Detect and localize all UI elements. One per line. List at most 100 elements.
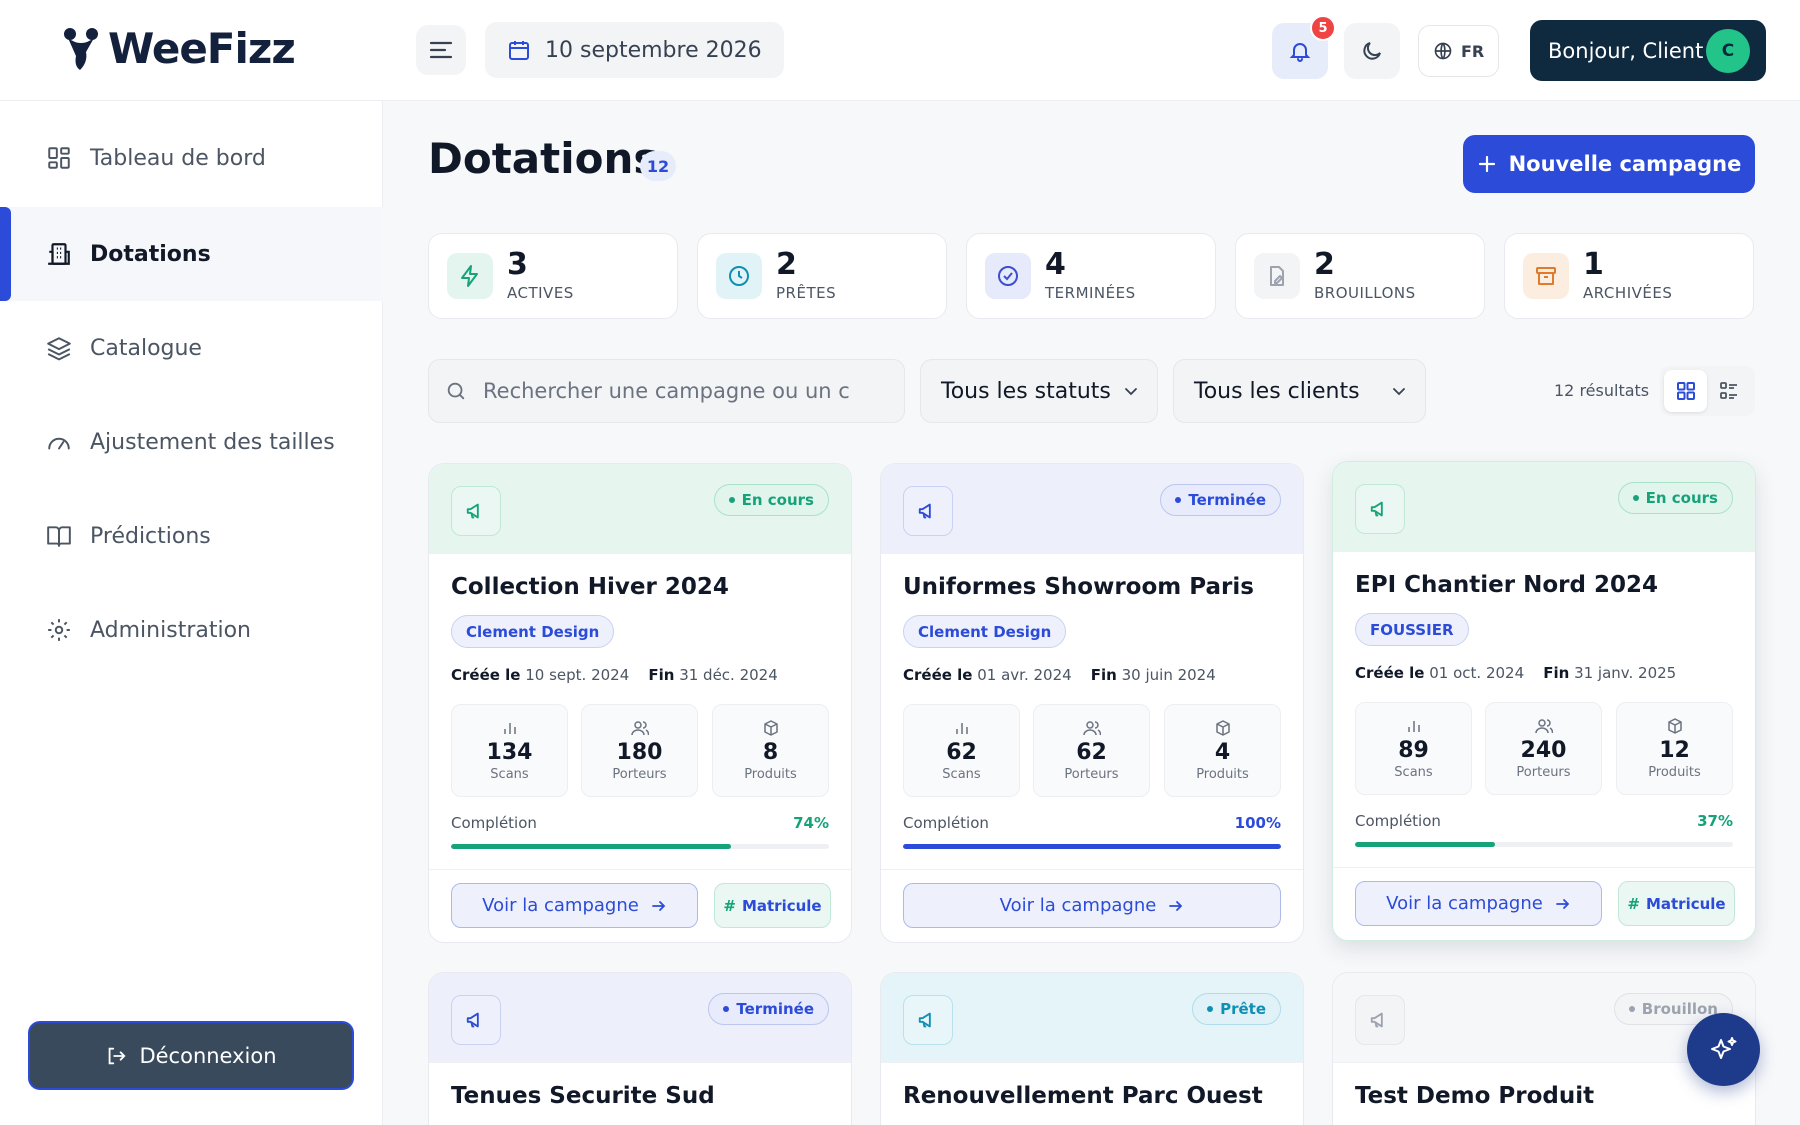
sidebar-item-dashboard[interactable]: Tableau de bord <box>0 111 383 205</box>
sidebar-item-dotations[interactable]: Dotations <box>0 207 383 301</box>
card-icon-wrap <box>1355 995 1405 1045</box>
card-title: EPI Chantier Nord 2024 <box>1355 572 1658 598</box>
metric-scans: 134 Scans <box>451 704 568 797</box>
view-campaign-label: Voir la campagne <box>999 895 1157 916</box>
metric-value: 12 <box>1659 737 1690 763</box>
card-header: En cours <box>1333 462 1755 552</box>
weefizz-logo-icon <box>64 28 98 70</box>
metric-value: 62 <box>1076 739 1107 765</box>
completion-percent: 74% <box>793 814 829 832</box>
user-menu-button[interactable]: Bonjour, Client C <box>1530 20 1766 81</box>
status-badge: Terminée <box>708 993 829 1025</box>
language-button[interactable]: FR <box>1418 25 1500 77</box>
sidebar-item-label: Prédictions <box>90 523 211 549</box>
created-label: Créée le <box>903 666 973 684</box>
matricule-button[interactable]: # Matricule <box>714 883 831 928</box>
search-input[interactable] <box>483 379 893 403</box>
bar-chart-icon <box>1407 720 1420 732</box>
metric-label: Scans <box>490 766 529 782</box>
status-filter-select[interactable]: Tous les statuts <box>920 359 1158 423</box>
campaign-card[interactable]: Terminée Uniformes Showroom Paris Clemen… <box>880 463 1304 943</box>
created-label: Créée le <box>451 666 521 684</box>
title-count-badge: 12 <box>640 151 676 181</box>
bell-icon <box>1289 43 1311 62</box>
campaign-card[interactable]: En cours Collection Hiver 2024 Clement D… <box>428 463 852 943</box>
megaphone-icon <box>918 503 931 519</box>
date-display[interactable]: 10 septembre 2026 <box>485 22 784 78</box>
brand-name: WeeFizz <box>108 24 296 73</box>
theme-toggle-button[interactable] <box>1344 23 1400 79</box>
sidebar-item-predictions[interactable]: Prédictions <box>0 489 383 583</box>
metric-scans: 89 Scans <box>1355 702 1472 795</box>
card-title: Uniformes Showroom Paris <box>903 574 1254 600</box>
grid-icon <box>48 147 70 169</box>
sidebar-item-label: Administration <box>90 617 251 643</box>
card-title: Test Demo Produit <box>1355 1083 1595 1109</box>
search-icon <box>447 382 465 400</box>
new-campaign-label: Nouvelle campagne <box>1508 152 1742 176</box>
client-filter-select[interactable]: Tous les clients <box>1173 359 1426 423</box>
completion-percent: 100% <box>1234 814 1281 832</box>
view-campaign-button[interactable]: Voir la campagne <box>1355 881 1602 926</box>
metric-value: 62 <box>946 739 977 765</box>
box-icon <box>763 719 778 736</box>
sidebar-item-label: Ajustement des tailles <box>90 429 335 455</box>
sidebar-item-administration[interactable]: Administration <box>0 583 383 677</box>
end-label: Fin <box>1543 664 1570 682</box>
stat-icon-wrap <box>1523 253 1569 299</box>
list-view-button[interactable] <box>1707 370 1750 412</box>
view-campaign-label: Voir la campagne <box>1386 893 1543 914</box>
completion-label: Complétion <box>1355 812 1441 830</box>
status-badge: En cours <box>713 484 829 516</box>
campaign-card[interactable]: Prête Renouvellement Parc Ouest <box>880 972 1304 1125</box>
grid-view-button[interactable] <box>1664 370 1707 412</box>
campaign-card[interactable]: Terminée Tenues Securite Sud <box>428 972 852 1125</box>
logout-button[interactable]: Déconnexion <box>28 1021 354 1090</box>
bolt-icon <box>461 265 478 287</box>
client-filter-value: Tous les clients <box>1194 378 1360 404</box>
campaign-card[interactable]: En cours EPI Chantier Nord 2024 FOUSSIER… <box>1332 461 1756 941</box>
megaphone-icon <box>466 1012 479 1028</box>
end-date: 31 déc. 2024 <box>679 666 778 684</box>
card-header: Terminée <box>429 973 851 1063</box>
stat-card-actives[interactable]: 3 ACTIVES <box>428 233 678 319</box>
notifications-button[interactable]: 5 <box>1272 15 1336 79</box>
ai-assistant-button[interactable] <box>1687 1013 1760 1086</box>
metric-wearers: 240 Porteurs <box>1485 702 1602 795</box>
stat-icon-wrap <box>716 253 762 299</box>
book-icon <box>47 526 71 547</box>
matricule-button[interactable]: # Matricule <box>1618 881 1735 926</box>
menu-toggle-button[interactable] <box>416 25 466 75</box>
chevron-down-icon <box>1393 388 1405 396</box>
gauge-icon <box>48 437 70 450</box>
metric-label: Porteurs <box>1064 766 1119 782</box>
sidebar-item-label: Dotations <box>90 241 211 267</box>
created-date: 01 avr. 2024 <box>977 666 1072 684</box>
stat-card-archived[interactable]: 1 ARCHIVÉES <box>1504 233 1754 319</box>
stat-card-drafts[interactable]: 2 BROUILLONS <box>1235 233 1485 319</box>
metric-products: 8 Produits <box>712 704 829 797</box>
client-tag[interactable]: Clement Design <box>903 615 1067 648</box>
end-date: 30 juin 2024 <box>1121 666 1216 684</box>
stat-label: PRÊTES <box>776 284 837 302</box>
sparkles-icon <box>1710 1036 1736 1059</box>
new-campaign-button[interactable]: Nouvelle campagne <box>1463 135 1755 193</box>
status-filter-value: Tous les statuts <box>941 378 1111 404</box>
client-tag[interactable]: Clement Design <box>451 615 615 648</box>
sidebar-item-size-adjustment[interactable]: Ajustement des tailles <box>0 395 383 489</box>
metric-wearers: 62 Porteurs <box>1033 704 1150 797</box>
draft-file-icon <box>1270 266 1284 286</box>
stat-icon-wrap <box>447 253 493 299</box>
view-campaign-button[interactable]: Voir la campagne <box>451 883 698 928</box>
logo[interactable]: WeeFizz <box>58 24 296 73</box>
sidebar-item-catalogue[interactable]: Catalogue <box>0 301 383 395</box>
stat-card-finished[interactable]: 4 TERMINÉES <box>966 233 1216 319</box>
card-footer: Voir la campagne # Matricule <box>429 869 851 942</box>
layers-icon <box>47 337 71 361</box>
view-campaign-button[interactable]: Voir la campagne <box>903 883 1281 928</box>
card-dates: Créée le 10 sept. 2024 Fin 31 déc. 2024 <box>451 666 778 684</box>
card-header: Prête <box>881 973 1303 1063</box>
client-tag[interactable]: FOUSSIER <box>1355 613 1469 646</box>
view-campaign-label: Voir la campagne <box>482 895 639 916</box>
stat-card-ready[interactable]: 2 PRÊTES <box>697 233 947 319</box>
